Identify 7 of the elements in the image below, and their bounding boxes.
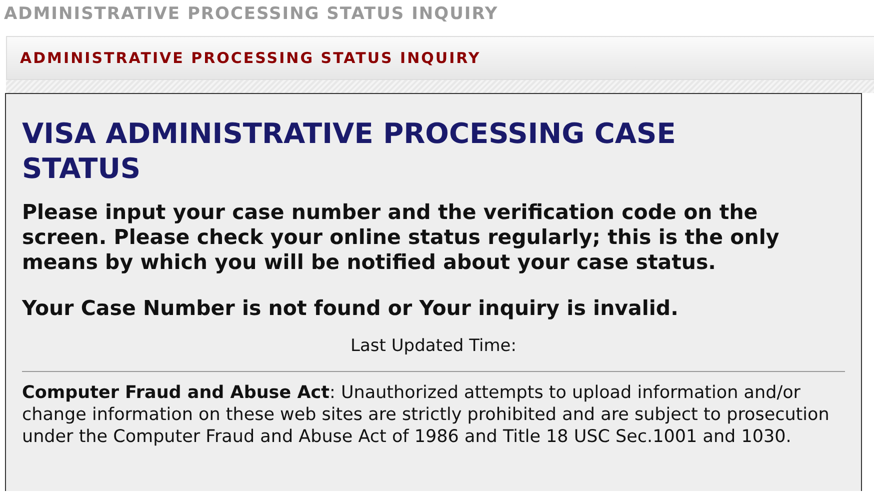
instructions: Please input your case number and the verification code on the screen. Please check your online status regularly; this is the only means by which you will be notified about your case status. xyxy=(22,200,780,275)
panel-title: ADMINISTRATIVE PROCESSING STATUS INQUIRY xyxy=(20,48,481,69)
heading: VISA ADMINISTRATIVE PROCESSING CASE STATUS xyxy=(22,116,677,186)
legal-notice: Computer Fraud and Abuse Act: Unauthorized attempts to upload information and/or change information on these web sites are strictly prohibited and are subject to prosecution under the Computer Fraud and Abuse Act of 1986 and Title 18 USC Sec.1001 and 1030. xyxy=(22,382,830,448)
last-updated-label: Last Updated Time: xyxy=(350,335,518,357)
result-message: Your Case Number is not found or Your inquiry is invalid. xyxy=(22,296,680,321)
page-title: ADMINISTRATIVE PROCESSING STATUS INQUIRY xyxy=(3,3,500,24)
